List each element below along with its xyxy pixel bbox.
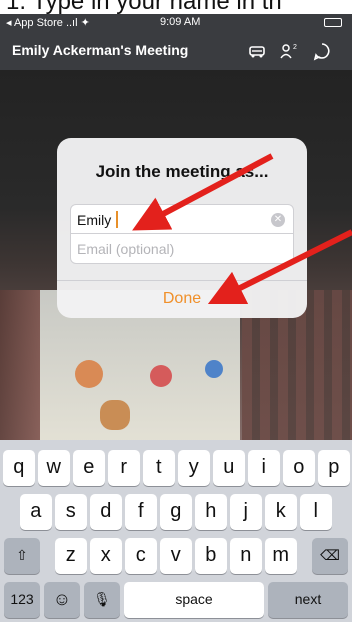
next-key[interactable]: next [268, 582, 348, 618]
chat-icon[interactable] [312, 41, 332, 61]
key-w[interactable]: w [38, 450, 70, 486]
name-value: Emily [77, 212, 112, 228]
key-l[interactable]: l [300, 494, 332, 530]
dialog-title: Join the meeting as... [95, 162, 269, 181]
space-key[interactable]: space [124, 582, 264, 618]
tutorial-caption: 1. Type in your name in th [0, 0, 352, 14]
participants-icon[interactable]: 2 [279, 41, 299, 61]
battery-icon [324, 18, 342, 27]
key-b[interactable]: b [195, 538, 227, 574]
key-a[interactable]: a [20, 494, 52, 530]
key-c[interactable]: c [125, 538, 157, 574]
key-o[interactable]: o [283, 450, 315, 486]
microphone-key[interactable]: 🎙 [84, 582, 120, 618]
name-field[interactable]: Emily ✕ [70, 204, 294, 234]
numbers-key[interactable]: 123 [4, 582, 40, 618]
key-i[interactable]: i [248, 450, 280, 486]
car-icon[interactable] [247, 41, 267, 61]
key-d[interactable]: d [90, 494, 122, 530]
key-u[interactable]: u [213, 450, 245, 486]
text-caret [116, 211, 118, 228]
back-to-app-store-link[interactable]: ◂ App Store ..ıl ✦ [6, 16, 90, 29]
key-z[interactable]: z [55, 538, 87, 574]
meeting-title: Emily Ackerman's Meeting [12, 42, 189, 58]
delete-key[interactable]: ⌫ [312, 538, 348, 574]
flower-painting [205, 360, 223, 378]
done-button[interactable]: Done [57, 283, 307, 318]
flower-painting [75, 360, 103, 388]
clear-icon[interactable]: ✕ [271, 213, 285, 227]
phone-screen: ◂ App Store ..ıl ✦ 9:09 AM Emily Ackerma… [0, 14, 352, 622]
key-r[interactable]: r [108, 450, 140, 486]
key-j[interactable]: j [230, 494, 262, 530]
email-placeholder: Email (optional) [77, 241, 175, 257]
key-h[interactable]: h [195, 494, 227, 530]
key-t[interactable]: t [143, 450, 175, 486]
svg-text:2: 2 [293, 44, 297, 51]
flower-painting [150, 365, 172, 387]
status-time: 9:09 AM [160, 16, 201, 28]
key-v[interactable]: v [160, 538, 192, 574]
teddy-bear [100, 400, 130, 430]
key-y[interactable]: y [178, 450, 210, 486]
key-m[interactable]: m [265, 538, 297, 574]
key-f[interactable]: f [125, 494, 157, 530]
key-p[interactable]: p [318, 450, 350, 486]
key-k[interactable]: k [265, 494, 297, 530]
key-s[interactable]: s [55, 494, 87, 530]
key-e[interactable]: e [73, 450, 105, 486]
nav-bar: Emily Ackerman's Meeting 2 [0, 32, 352, 70]
join-meeting-dialog: Join the meeting as... Emily ✕ Email (op… [57, 138, 307, 318]
divider [57, 280, 307, 281]
email-field[interactable]: Email (optional) [70, 234, 294, 264]
key-g[interactable]: g [160, 494, 192, 530]
keyboard: qwertyuiop asdfghjkl zxcvbnm ⇧ ⌫ 123 ☺ 🎙… [0, 440, 352, 622]
shift-key[interactable]: ⇧ [4, 538, 40, 574]
emoji-key[interactable]: ☺ [44, 582, 80, 618]
key-n[interactable]: n [230, 538, 262, 574]
status-bar: ◂ App Store ..ıl ✦ 9:09 AM [0, 14, 352, 32]
key-x[interactable]: x [90, 538, 122, 574]
key-q[interactable]: q [3, 450, 35, 486]
